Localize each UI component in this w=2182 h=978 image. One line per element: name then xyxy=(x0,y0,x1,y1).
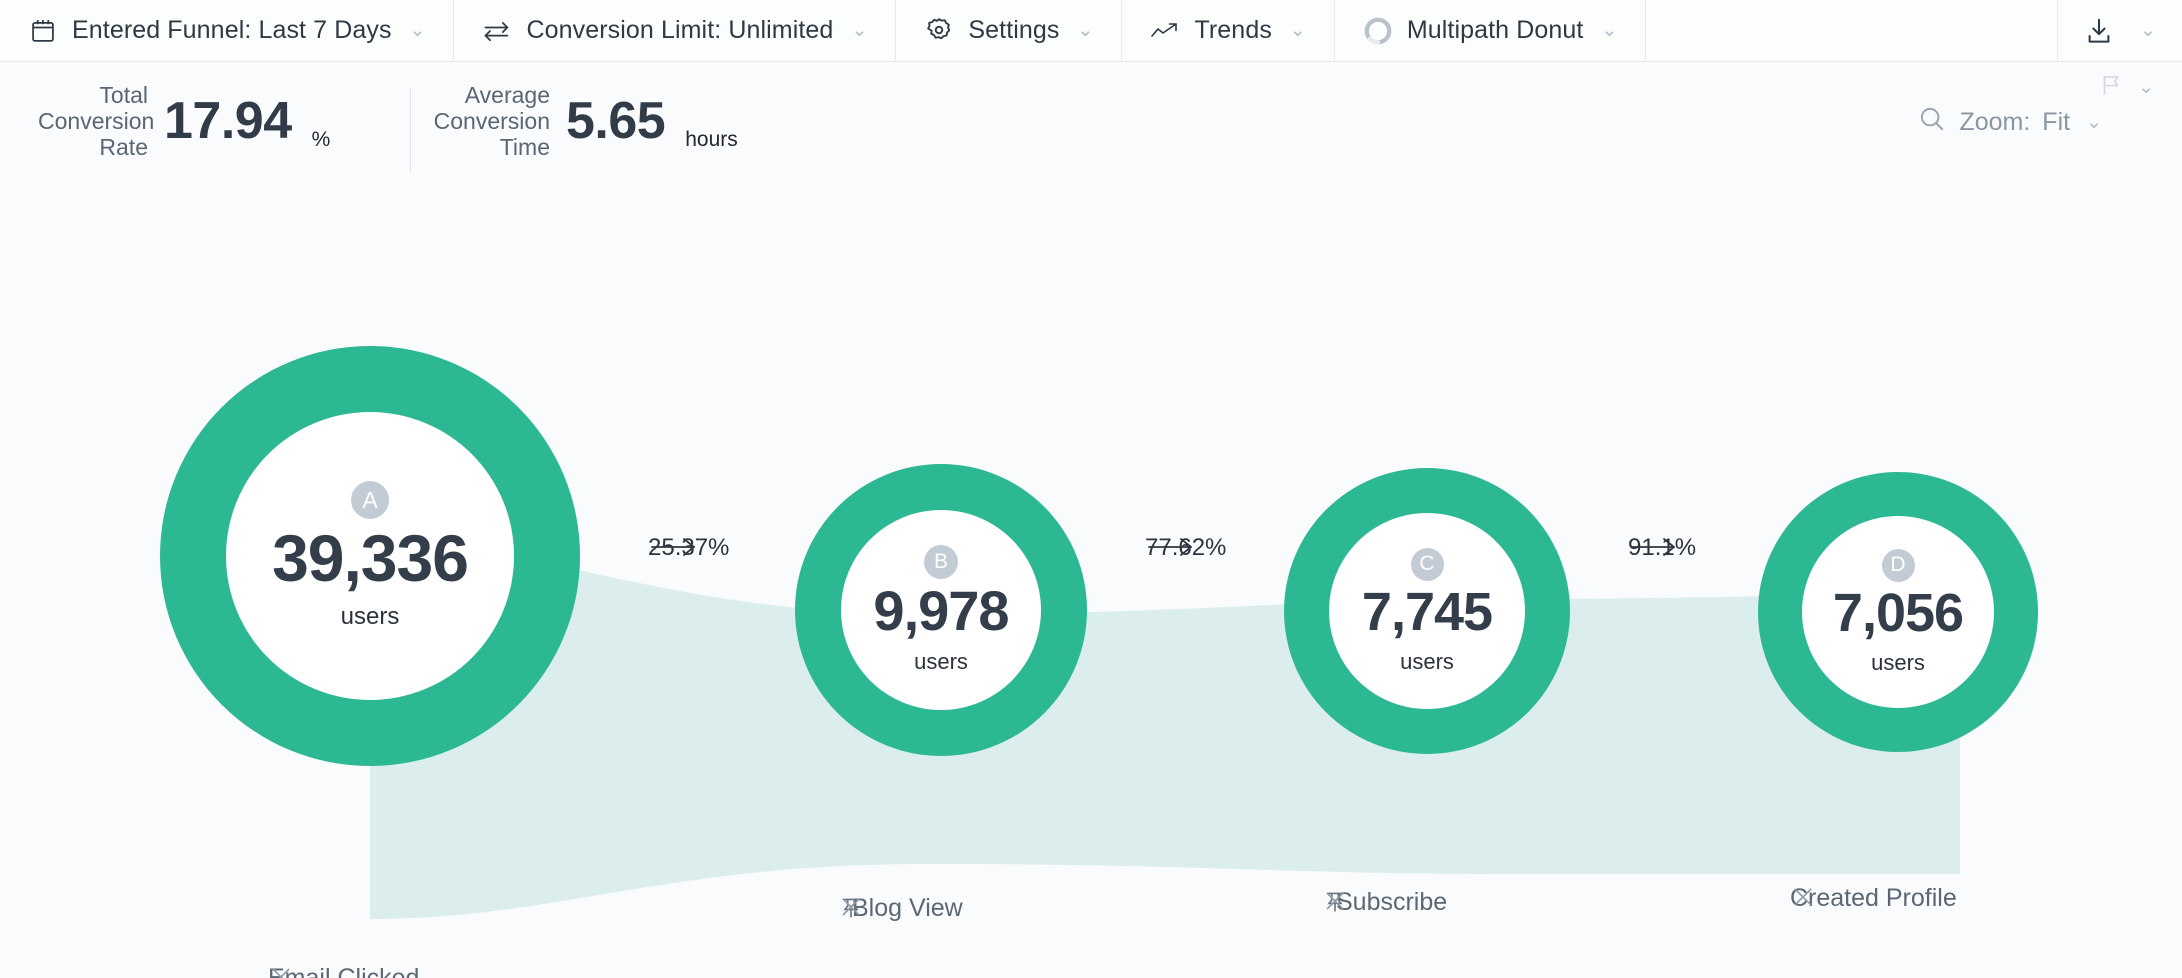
flag-button[interactable]: ⌄ xyxy=(2098,72,2154,103)
node-value: 7,745 xyxy=(1361,581,1493,642)
metric-unit: % xyxy=(311,128,331,151)
node-badge: A xyxy=(351,481,389,519)
zoom-control[interactable]: Zoom: Fit ⌄ xyxy=(1917,104,2102,141)
chevron-down-icon[interactable]: ⌄ xyxy=(851,21,867,40)
funnel-node-label-d[interactable]: Created Profile xyxy=(1790,884,1971,913)
node-badge: D xyxy=(1881,548,1915,582)
funnel-node-label-c[interactable]: Subscribe xyxy=(1322,888,1461,917)
node-label-text: Subscribe xyxy=(1336,888,1448,916)
node-unit: users xyxy=(1400,648,1454,674)
toolbar-item-conversion-limit[interactable]: Conversion Limit: Unlimited ⌄ xyxy=(454,0,897,61)
zoom-label: Zoom: xyxy=(1959,108,2031,136)
node-center: D 7,056 users xyxy=(1802,516,1994,708)
chevron-down-icon[interactable]: ⌄ xyxy=(410,21,426,40)
toolbar-item-label: Trends xyxy=(1194,16,1272,44)
toolbar-item-settings[interactable]: Settings ⌄ xyxy=(896,0,1123,61)
chevron-down-icon[interactable]: ⌄ xyxy=(2086,113,2102,132)
download-icon xyxy=(2084,16,2114,46)
node-value: 7,056 xyxy=(1832,582,1964,643)
funnel-transition-b-c: 77.62% xyxy=(1145,534,1226,566)
node-badge: B xyxy=(924,545,958,579)
node-unit: users xyxy=(1871,649,1925,675)
funnel-node-d[interactable]: D 7,056 users xyxy=(1758,472,2038,752)
funnel-node-label-a[interactable]: Email Clicked xyxy=(268,964,433,978)
node-unit: users xyxy=(340,603,400,630)
metric-total-conversion-rate: Total Conversion Rate 17.94 % xyxy=(38,82,330,160)
funnel-node-b[interactable]: B 9,978 users xyxy=(795,464,1087,756)
metric-unit: hours xyxy=(685,128,738,151)
funnel-canvas: A 39,336 users Email Clicked 25.37% B 9,… xyxy=(0,174,2182,978)
chevron-down-icon[interactable]: ⌄ xyxy=(1078,21,1094,40)
node-center: B 9,978 users xyxy=(841,510,1041,710)
metric-label: Total Conversion Rate xyxy=(38,82,155,160)
search-icon xyxy=(1917,104,1947,141)
flag-icon xyxy=(2098,72,2124,103)
node-value: 39,336 xyxy=(272,521,469,595)
funnel-node-c[interactable]: C 7,745 users xyxy=(1284,468,1570,754)
calendar-icon xyxy=(28,16,58,46)
toolbar-item-trends[interactable]: Trends ⌄ xyxy=(1122,0,1335,61)
metric-value: 17.94 xyxy=(164,92,292,150)
trend-line-icon xyxy=(1150,16,1180,46)
funnel-transition-c-d: 91.1% xyxy=(1628,534,1696,566)
funnel-node-a[interactable]: A 39,336 users xyxy=(160,346,580,766)
metrics-divider xyxy=(410,88,411,173)
chevron-down-icon[interactable]: ⌄ xyxy=(1601,21,1617,40)
donut-icon xyxy=(1363,16,1393,46)
toolbar-spacer xyxy=(1646,0,2059,61)
node-center: C 7,745 users xyxy=(1329,513,1525,709)
funnel-app: Entered Funnel: Last 7 Days ⌄ Conversion… xyxy=(0,0,2182,978)
funnel-node-label-b[interactable]: Blog View xyxy=(838,894,977,923)
chevron-down-icon[interactable]: ⌄ xyxy=(1290,21,1306,40)
funnel-transition-a-b: 25.37% xyxy=(648,534,729,566)
node-unit: users xyxy=(914,649,968,674)
node-value: 9,978 xyxy=(873,579,1009,642)
metrics-strip: Total Conversion Rate 17.94 % Average Co… xyxy=(0,62,2182,174)
top-toolbar: Entered Funnel: Last 7 Days ⌄ Conversion… xyxy=(0,0,2182,62)
metric-label: Average Conversion Time xyxy=(433,82,550,160)
node-label-text: Blog View xyxy=(852,894,963,922)
toolbar-item-label: Conversion Limit: Unlimited xyxy=(526,16,834,44)
toolbar-item-label: Settings xyxy=(968,16,1060,44)
metric-value: 5.65 xyxy=(566,92,666,150)
toolbar-item-label: Multipath Donut xyxy=(1406,16,1584,44)
metric-average-conversion-time: Average Conversion Time 5.65 hours xyxy=(430,82,738,160)
zoom-value: Fit xyxy=(2042,108,2071,136)
toolbar-item-entered-funnel[interactable]: Entered Funnel: Last 7 Days ⌄ xyxy=(0,0,455,61)
node-center: A 39,336 users xyxy=(226,412,514,700)
toolbar-item-multipath-donut[interactable]: Multipath Donut ⌄ xyxy=(1335,0,1647,61)
exchange-icon xyxy=(482,16,512,46)
gear-icon xyxy=(924,16,954,46)
toolbar-item-label: Entered Funnel: Last 7 Days xyxy=(72,16,392,44)
chevron-down-icon[interactable]: ⌄ xyxy=(2140,21,2156,40)
chevron-down-icon[interactable]: ⌄ xyxy=(2138,78,2154,97)
download-button[interactable]: ⌄ xyxy=(2058,0,2182,61)
node-badge: C xyxy=(1410,547,1444,581)
